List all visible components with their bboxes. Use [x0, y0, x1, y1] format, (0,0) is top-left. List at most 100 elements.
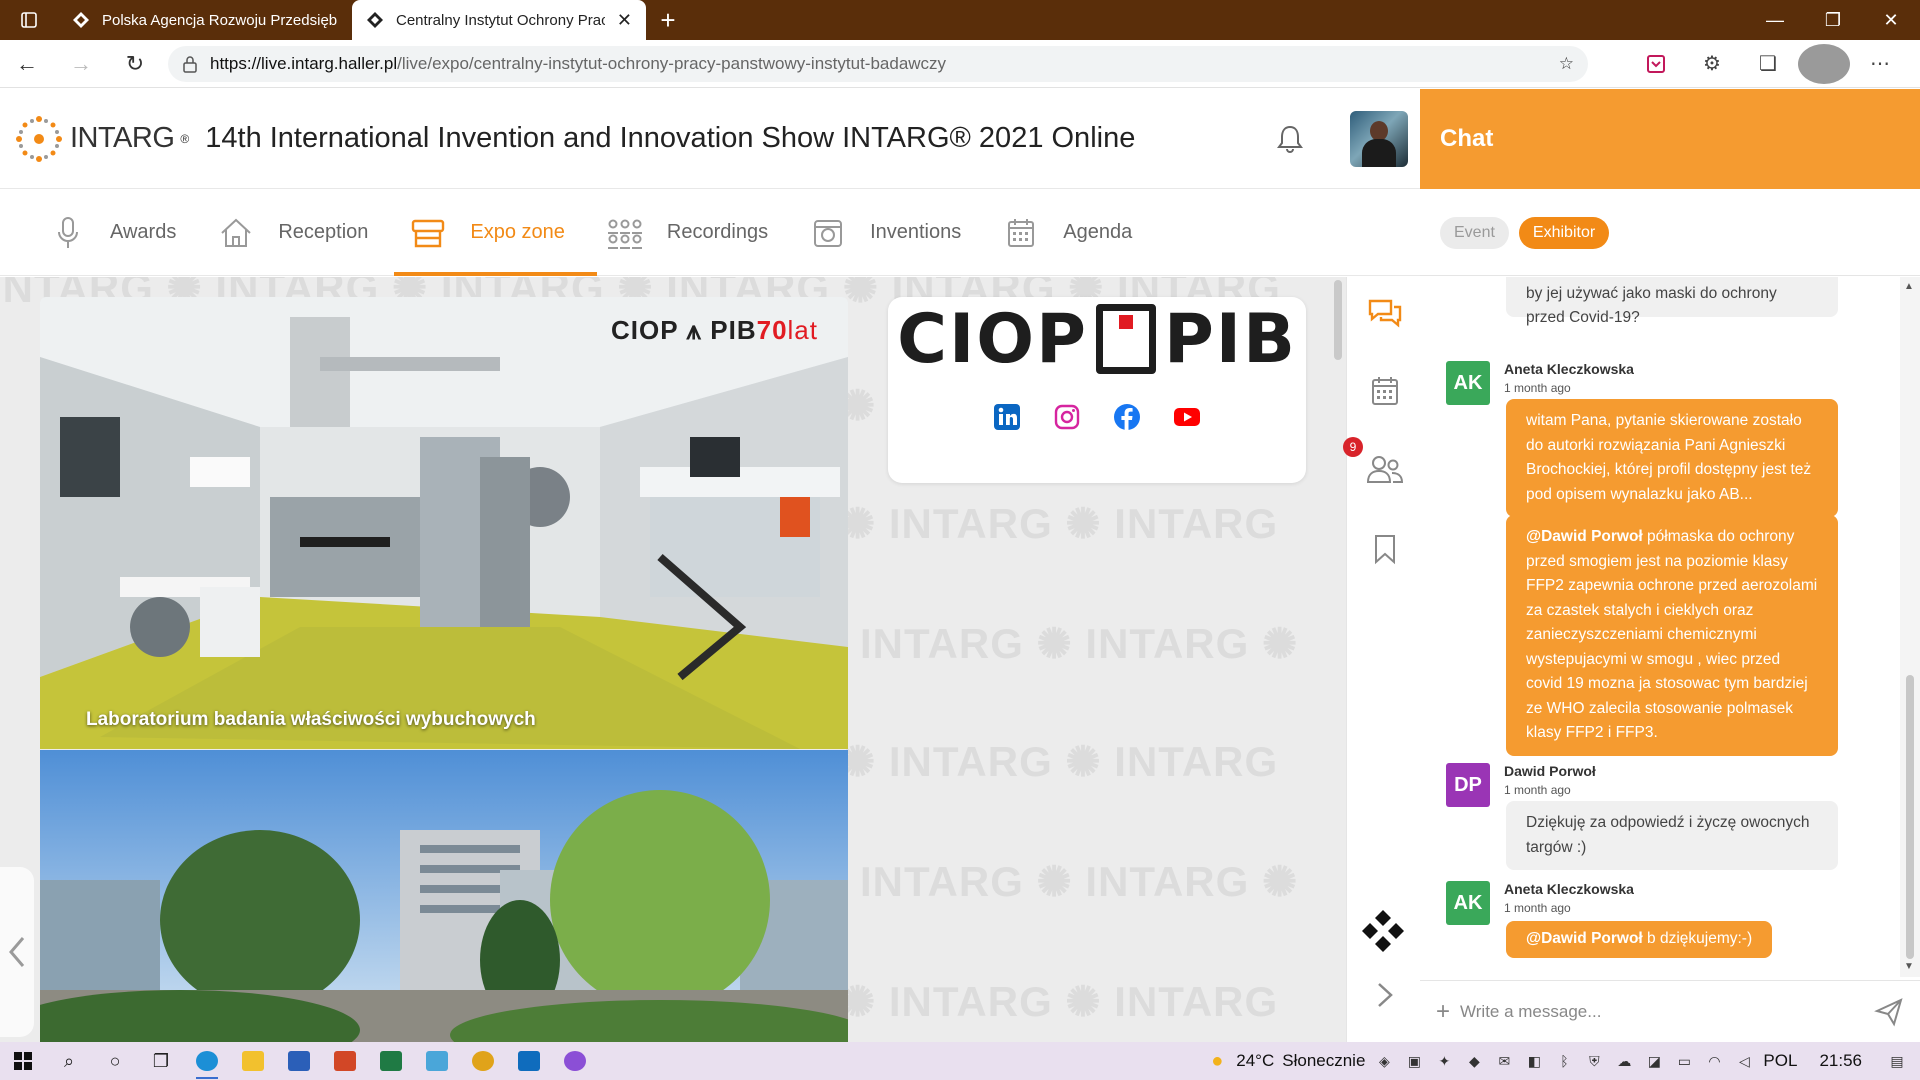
security-icon[interactable]: ⛨ — [1583, 1050, 1605, 1072]
app-tray-icon[interactable]: ◈ — [1373, 1050, 1395, 1072]
nav-recordings[interactable]: Recordings — [597, 190, 800, 276]
excel-icon[interactable] — [368, 1042, 414, 1080]
app-tray-icon[interactable]: ✦ — [1433, 1050, 1455, 1072]
scroll-up-icon[interactable]: ▲ — [1904, 281, 1914, 292]
edge-icon[interactable] — [184, 1042, 230, 1080]
add-attachment-icon[interactable]: + — [1436, 998, 1450, 1026]
laboratory-image — [40, 297, 848, 749]
agenda-rail-button[interactable] — [1365, 371, 1405, 411]
message-input[interactable]: Write a message... — [1460, 1002, 1601, 1022]
chat-scrollbar[interactable]: ▲ ▼ — [1900, 277, 1920, 977]
nav-label: Awards — [110, 221, 177, 243]
clock[interactable]: 21:56 — [1819, 1051, 1862, 1071]
message-bubble: Dziękuję za odpowiedź i życzę owocnych t… — [1506, 801, 1838, 870]
content-scrollbar[interactable] — [1334, 280, 1342, 360]
search-icon[interactable]: ⌕ — [46, 1042, 92, 1080]
wifi-icon[interactable]: ◠ — [1703, 1050, 1725, 1072]
language-indicator[interactable]: POL — [1763, 1051, 1797, 1071]
watermark-row: ✺ INTARG ✺ INTARG — [840, 500, 1279, 547]
nav-awards[interactable]: Awards — [40, 190, 208, 276]
chat-tab-event[interactable]: Event — [1440, 216, 1509, 249]
outlook-tray-icon[interactable]: ◧ — [1523, 1050, 1545, 1072]
mail-icon[interactable]: ✉ — [1493, 1050, 1515, 1072]
app-icon[interactable] — [414, 1042, 460, 1080]
back-button[interactable]: ← — [0, 40, 54, 88]
previous-stand-button[interactable] — [0, 867, 34, 1037]
expo-stand: INTARG ✺ INTARG ✺ INTARG ✺ INTARG ✺ INTA… — [0, 277, 1346, 1042]
scroll-thumb[interactable] — [1906, 675, 1914, 959]
file-explorer-icon[interactable] — [230, 1042, 276, 1080]
more-menu-icon[interactable]: ⋯ — [1854, 44, 1906, 84]
nav-inventions[interactable]: Inventions — [800, 190, 993, 276]
cortana-icon[interactable]: ○ — [92, 1042, 138, 1080]
nav-label: Agenda — [1063, 221, 1133, 243]
volume-icon[interactable]: ◁ — [1733, 1050, 1755, 1072]
intarg-logo[interactable]: INTARG ® — [14, 114, 189, 164]
facebook-icon[interactable] — [1113, 403, 1141, 431]
nav-agenda[interactable]: Agenda — [993, 190, 1164, 276]
close-window-icon[interactable]: ✕ — [1862, 0, 1920, 40]
task-view-icon[interactable]: ❐ — [138, 1042, 184, 1080]
shield-extension-icon[interactable] — [1630, 44, 1682, 84]
mention[interactable]: @Dawid Porwoł — [1526, 528, 1643, 545]
cloud-icon[interactable]: ☁ — [1613, 1050, 1635, 1072]
page-title: 14th International Invention and Innovat… — [205, 122, 1136, 154]
extensions-icon[interactable]: ⚙ — [1686, 44, 1738, 84]
url-input[interactable]: https://live.intarg.haller.pl/live/expo/… — [168, 45, 1588, 82]
windows-start-icon[interactable] — [0, 1042, 46, 1080]
app-tray-icon[interactable]: ◪ — [1643, 1050, 1665, 1072]
chat-title: Chat — [1440, 125, 1494, 152]
chat-tab-exhibitor[interactable]: Exhibitor — [1518, 216, 1610, 249]
bluetooth-icon[interactable]: ᛒ — [1553, 1050, 1575, 1072]
bookmark-rail-button[interactable] — [1365, 529, 1405, 569]
app-tray-icon[interactable]: ◆ — [1463, 1050, 1485, 1072]
battery-icon[interactable]: ▭ — [1673, 1050, 1695, 1072]
message-author: Aneta Kleczkowska — [1504, 881, 1634, 897]
notifications-icon[interactable]: ▤ — [1886, 1050, 1908, 1072]
linkedin-icon[interactable] — [993, 403, 1021, 431]
powerpoint-icon[interactable] — [322, 1042, 368, 1080]
forward-button[interactable]: → — [54, 40, 108, 88]
nav-label: Reception — [278, 221, 369, 243]
firefox-icon[interactable] — [552, 1042, 598, 1080]
word-icon[interactable] — [276, 1042, 322, 1080]
scroll-down-icon[interactable]: ▼ — [1904, 961, 1914, 972]
sun-icon[interactable]: ● — [1206, 1050, 1228, 1072]
chat-bubbles-icon — [1368, 299, 1402, 328]
nav-label: Expo zone — [470, 221, 565, 243]
restore-icon[interactable]: ❐ — [1804, 0, 1862, 40]
collections-icon[interactable]: ❏ — [1742, 44, 1794, 84]
instagram-icon[interactable] — [1053, 403, 1081, 431]
system-tray: ● 24°C Słonecznie ◈ ▣ ✦ ◆ ✉ ◧ ᛒ ⛨ ☁ ◪ ▭ … — [1206, 1050, 1920, 1072]
nav-expo-zone[interactable]: Expo zone — [394, 190, 597, 276]
send-icon[interactable] — [1874, 997, 1904, 1027]
outlook-icon[interactable] — [506, 1042, 552, 1080]
chevron-right-icon[interactable] — [1370, 980, 1400, 1010]
close-tab-icon[interactable]: ✕ — [617, 10, 632, 31]
app-tray-icon[interactable]: ▣ — [1403, 1050, 1425, 1072]
chevron-left-icon — [9, 937, 25, 967]
avatar: DP — [1446, 763, 1490, 807]
user-avatar[interactable] — [1350, 110, 1408, 167]
calendar-icon — [1001, 213, 1041, 253]
nav-label: Inventions — [870, 221, 962, 243]
browser-tab-active[interactable]: Centralny Instytut Ochrony Pracy ✕ — [352, 0, 646, 40]
new-tab-button[interactable]: + — [646, 0, 690, 40]
tab-actions-button[interactable] — [0, 0, 58, 40]
chrome-icon[interactable] — [460, 1042, 506, 1080]
ciop-70-brand: CIOP ⩚ PIB70lat — [611, 315, 818, 345]
lab-photo[interactable]: CIOP ⩚ PIB70lat Laboratorium badania wła… — [40, 297, 848, 749]
youtube-icon[interactable] — [1173, 403, 1201, 431]
profile-icon[interactable] — [1798, 43, 1850, 84]
nav-reception[interactable]: Reception — [208, 190, 400, 276]
refresh-button[interactable]: ↻ — [108, 40, 162, 88]
add-favorite-icon[interactable]: ☆ — [1559, 54, 1574, 74]
minimize-icon[interactable]: — — [1746, 0, 1804, 40]
browser-tab[interactable]: Polska Agencja Rozwoju Przedsiębiorczośc… — [58, 0, 352, 40]
chat-rail-button[interactable] — [1365, 293, 1405, 333]
visitors-rail-button[interactable] — [1365, 449, 1405, 489]
notifications-bell-icon[interactable] — [1270, 119, 1310, 159]
avatar: AK — [1446, 881, 1490, 925]
building-photo[interactable] — [40, 750, 848, 1042]
mention[interactable]: @Dawid Porwoł — [1526, 930, 1643, 947]
